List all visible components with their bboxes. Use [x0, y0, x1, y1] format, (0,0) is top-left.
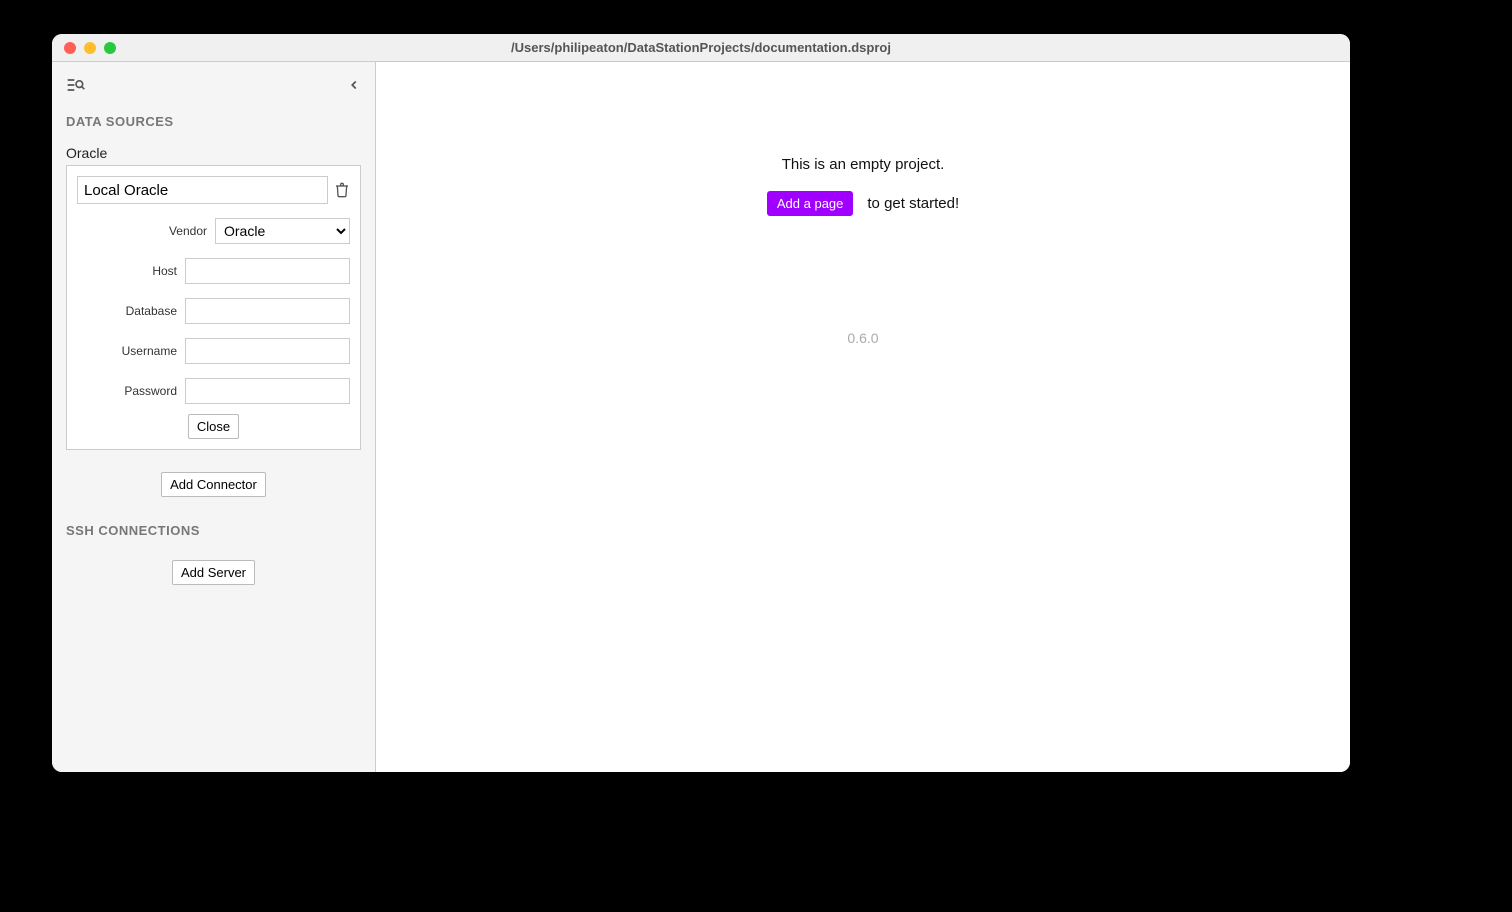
version-label: 0.6.0 — [376, 330, 1350, 346]
ssh-connections-header: SSH CONNECTIONS — [66, 523, 361, 538]
sidebar-top — [66, 76, 361, 94]
vendor-row: Vendor Oracle — [77, 218, 350, 244]
minimize-window-icon[interactable] — [84, 42, 96, 54]
empty-cta: Add a page to get started! — [767, 191, 959, 216]
add-page-button[interactable]: Add a page — [767, 191, 854, 216]
database-row: Database — [77, 298, 350, 324]
add-connector-row: Add Connector — [66, 472, 361, 497]
username-label: Username — [122, 344, 177, 358]
password-row: Password — [77, 378, 350, 404]
data-source-name-input[interactable] — [77, 176, 328, 204]
maximize-window-icon[interactable] — [104, 42, 116, 54]
content-area: DATA SOURCES Oracle Vendor — [52, 62, 1350, 772]
password-label: Password — [124, 384, 177, 398]
data-source-card: Vendor Oracle Host Database Username — [66, 165, 361, 450]
vendor-select[interactable]: Oracle — [215, 218, 350, 244]
empty-project-message: This is an empty project. — [376, 156, 1350, 173]
data-sources-header: DATA SOURCES — [66, 114, 361, 129]
host-input[interactable] — [185, 258, 350, 284]
app-window: /Users/philipeaton/DataStationProjects/d… — [52, 34, 1350, 772]
window-title: /Users/philipeaton/DataStationProjects/d… — [52, 40, 1350, 55]
add-server-row: Add Server — [66, 560, 361, 585]
password-input[interactable] — [185, 378, 350, 404]
main-panel: This is an empty project. Add a page to … — [376, 62, 1350, 772]
collapse-sidebar-icon[interactable] — [347, 78, 361, 92]
host-row: Host — [77, 258, 350, 284]
data-source-vendor-label: Oracle — [66, 145, 361, 161]
host-label: Host — [152, 264, 177, 278]
username-row: Username — [77, 338, 350, 364]
data-source-name-row — [77, 176, 350, 204]
get-started-text: to get started! — [867, 195, 959, 212]
add-server-button[interactable]: Add Server — [172, 560, 255, 585]
search-icon[interactable] — [66, 76, 86, 94]
traffic-lights — [52, 42, 116, 54]
database-input[interactable] — [185, 298, 350, 324]
add-connector-button[interactable]: Add Connector — [161, 472, 266, 497]
trash-icon[interactable] — [334, 181, 350, 199]
close-window-icon[interactable] — [64, 42, 76, 54]
username-input[interactable] — [185, 338, 350, 364]
vendor-label: Vendor — [169, 224, 207, 238]
titlebar: /Users/philipeaton/DataStationProjects/d… — [52, 34, 1350, 62]
database-label: Database — [126, 304, 177, 318]
sidebar: DATA SOURCES Oracle Vendor — [52, 62, 376, 772]
ssh-section: SSH CONNECTIONS Add Server — [66, 523, 361, 585]
close-button[interactable]: Close — [188, 414, 239, 439]
close-row: Close — [77, 414, 350, 439]
